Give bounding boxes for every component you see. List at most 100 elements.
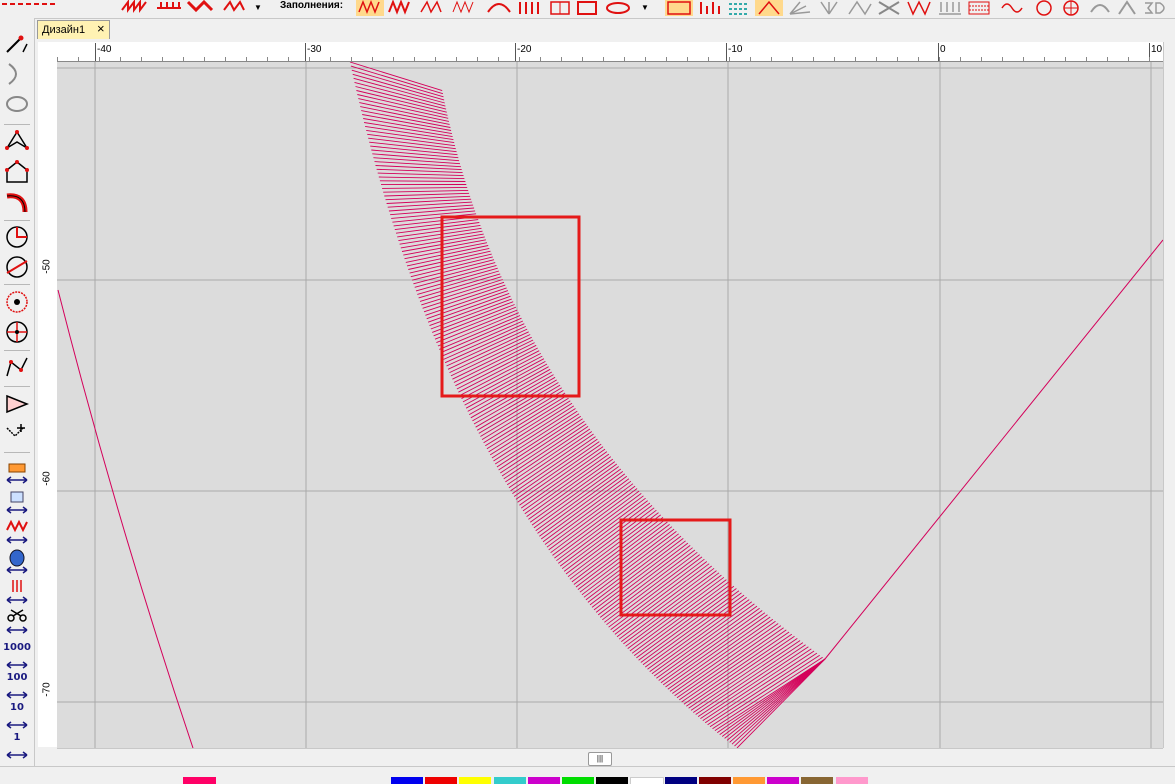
design-canvas[interactable] [57, 62, 1163, 748]
triple-stitch-icon[interactable] [186, 0, 214, 16]
fan-tool-icon[interactable] [786, 0, 814, 16]
fill-pattern-wave-icon[interactable] [418, 0, 446, 16]
step-1-arrows-icon[interactable] [3, 748, 31, 762]
rosette-tool-icon[interactable] [3, 288, 31, 316]
ruler-minor-tick [813, 57, 814, 61]
scrollbar-thumb[interactable]: ||| [588, 752, 612, 766]
ruler-corner[interactable] [38, 42, 58, 62]
stitch [495, 411, 577, 464]
toolbar-separator [4, 220, 30, 221]
ruler-minor-tick [1086, 57, 1087, 61]
zigzag-stitch-icon[interactable] [222, 0, 250, 16]
curve-tool-icon[interactable] [3, 188, 31, 216]
closed-shape-tool-icon[interactable] [3, 158, 31, 186]
step-1000-arrows-icon[interactable] [3, 658, 31, 672]
pointer-tool-icon[interactable] [3, 390, 31, 418]
tab-design1[interactable]: Дизайн1 × [37, 20, 110, 39]
emboss-icon[interactable] [1115, 0, 1139, 16]
ruler-tick-label: -20 [517, 44, 531, 55]
stitch [532, 464, 617, 525]
ruler-minor-tick [1044, 57, 1045, 61]
3d-view-icon[interactable] [1142, 0, 1172, 16]
ring-tool-icon[interactable] [3, 90, 31, 118]
stitch [447, 329, 528, 366]
stitch [643, 593, 742, 665]
ruler-tick-label: -40 [97, 44, 111, 55]
ruler-minor-tick [78, 57, 79, 61]
column-width-tool-icon[interactable] [3, 488, 31, 516]
striped-box-icon[interactable] [965, 0, 993, 16]
step-10-label[interactable]: 10 [0, 702, 34, 713]
stitch [696, 643, 803, 715]
ruler-tick-label: -30 [307, 44, 321, 55]
stitch [386, 196, 471, 199]
step-100-label[interactable]: 100 [0, 672, 34, 683]
stitch [378, 173, 464, 176]
w-pattern-icon[interactable] [905, 0, 933, 16]
fill-pattern-columns-icon[interactable] [516, 0, 544, 16]
run-line-tool-icon[interactable] [3, 30, 31, 58]
ruler-minor-tick [1065, 57, 1066, 61]
stitch [492, 406, 574, 458]
polygon-tool-icon[interactable] [3, 128, 31, 156]
circle-cut-tool-icon[interactable] [3, 253, 31, 281]
fill-pattern-arc-icon[interactable] [485, 0, 513, 16]
vertical-scrollbar[interactable] [1163, 42, 1175, 748]
scissors-tool-icon[interactable] [3, 608, 31, 636]
satin-stitch-icon[interactable] [120, 0, 150, 16]
spiral-fill-icon[interactable] [1087, 0, 1113, 16]
applique-icon[interactable] [755, 0, 783, 16]
circle-stitch-tool-icon[interactable] [3, 223, 31, 251]
column-pattern-icon[interactable] [935, 0, 963, 16]
spool-tool-icon[interactable] [3, 548, 31, 576]
stitch [366, 130, 454, 142]
step-1000-label[interactable]: 1000 [0, 642, 34, 653]
ruler-minor-tick [477, 57, 478, 61]
spread-tool-icon[interactable] [845, 0, 873, 16]
dashed-run-stitch-icon[interactable] [0, 0, 60, 16]
select-nodes-tool-icon[interactable] [3, 420, 31, 448]
arc-tool-icon[interactable] [3, 60, 31, 88]
manual-stitch-tool-icon[interactable] [3, 354, 31, 382]
stitch [713, 657, 823, 728]
close-icon[interactable]: × [97, 22, 105, 36]
fill-pattern-zigzag-icon[interactable] [386, 0, 414, 16]
star-tool-icon[interactable] [815, 0, 843, 16]
fill-pattern-box-icon[interactable] [575, 0, 599, 16]
ruler-minor-tick [834, 57, 835, 61]
ruler-minor-tick [876, 57, 877, 61]
ruler-minor-tick [960, 57, 961, 61]
stitch [538, 471, 623, 533]
fill-pattern-ellipse-icon[interactable] [604, 0, 632, 16]
cross-stitch-icon[interactable] [725, 0, 753, 16]
pull-compensation-tool-icon[interactable] [3, 578, 31, 606]
stitch-canvas-svg[interactable] [57, 62, 1163, 748]
stitch [556, 496, 643, 561]
stitch [572, 515, 661, 582]
step-10-arrows-icon[interactable] [3, 718, 31, 732]
step-100-arrows-icon[interactable] [3, 688, 31, 702]
fill-pattern-satin-icon[interactable] [356, 0, 384, 16]
frame-fill-icon[interactable] [665, 0, 693, 16]
wave-pattern-icon[interactable] [1000, 0, 1028, 16]
stitch-settings-tool-icon[interactable] [3, 458, 31, 486]
circle-fill-icon[interactable] [1030, 0, 1058, 16]
stitch [423, 282, 504, 308]
horizontal-scrollbar[interactable]: ||| [57, 748, 1163, 767]
frame-bars-icon[interactable] [697, 0, 725, 16]
step-1-label[interactable]: 1 [0, 732, 34, 743]
radial-fill-icon[interactable] [1058, 0, 1084, 16]
chevron-down-icon[interactable]: ▼ [641, 2, 649, 14]
x-tool-icon[interactable] [875, 0, 903, 16]
radial-tool-icon[interactable] [3, 318, 31, 346]
stitch [566, 508, 654, 574]
fill-pattern-grid-icon[interactable] [548, 0, 572, 16]
toolbar-separator [4, 452, 30, 453]
ruler-minor-tick [456, 57, 457, 61]
density-tool-icon[interactable] [3, 518, 31, 546]
fill-pattern-fan-icon[interactable] [450, 0, 478, 16]
blanket-stitch-icon[interactable] [155, 0, 183, 16]
chevron-down-icon[interactable]: ▼ [254, 2, 262, 14]
stitch [382, 187, 467, 188]
stitch [528, 459, 612, 519]
